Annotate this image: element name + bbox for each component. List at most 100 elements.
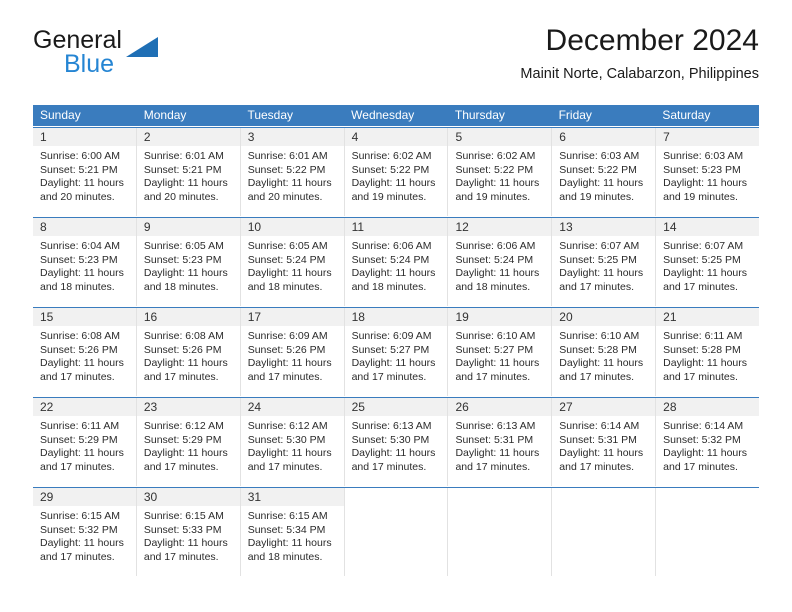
day-cell[interactable]: 7 Sunrise: 6:03 AM Sunset: 5:23 PM Dayli… [656,128,760,216]
daylight-text-line2: and 19 minutes. [351,190,427,203]
daylight-text-line2: and 17 minutes. [40,460,115,473]
day-number-strip: 15 [33,308,136,326]
day-cell-body: Sunrise: 6:09 AM Sunset: 5:26 PM Dayligh… [241,326,344,384]
sunrise-text: Sunrise: 6:07 AM [559,240,640,252]
weekday-header-saturday: Saturday [662,108,711,122]
day-number-strip: 20 [552,308,656,326]
daylight-text-line2: and 17 minutes. [455,460,531,473]
day-number-strip: 16 [136,308,240,326]
daylight-text-line2: and 17 minutes. [663,370,738,383]
day-cell-body: Sunrise: 6:07 AM Sunset: 5:25 PM Dayligh… [552,236,655,294]
day-number: 8 [40,220,47,234]
day-cell[interactable]: 30 Sunrise: 6:15 AM Sunset: 5:33 PM Dayl… [136,488,241,576]
day-cell[interactable]: 11 Sunrise: 6:06 AM Sunset: 5:24 PM Dayl… [344,218,449,306]
day-number: 25 [351,400,365,414]
day-number-strip: 17 [240,308,344,326]
day-number-strip: 18 [344,308,448,326]
daylight-text-line2: and 19 minutes. [455,190,531,203]
sunset-text: Sunset: 5:23 PM [143,253,222,266]
daylight-text-line1: Daylight: 11 hours [247,537,332,550]
day-number: 9 [143,220,151,234]
day-cell[interactable]: 8 Sunrise: 6:04 AM Sunset: 5:23 PM Dayli… [33,218,137,306]
daylight-text-line2: and 18 minutes. [40,280,115,293]
sunset-text: Sunset: 5:27 PM [351,343,430,356]
day-cell[interactable]: 4 Sunrise: 6:02 AM Sunset: 5:22 PM Dayli… [344,128,449,216]
day-cell[interactable]: 10 Sunrise: 6:05 AM Sunset: 5:24 PM Dayl… [240,218,345,306]
daylight-text-line1: Daylight: 11 hours [40,357,124,370]
day-cell[interactable]: 22 Sunrise: 6:11 AM Sunset: 5:29 PM Dayl… [33,398,137,486]
day-number: 4 [351,130,359,144]
day-cell[interactable]: 1 Sunrise: 6:00 AM Sunset: 5:21 PM Dayli… [33,128,137,216]
day-number-strip: 22 [33,398,136,416]
day-cell[interactable]: 13 Sunrise: 6:07 AM Sunset: 5:25 PM Dayl… [552,218,657,306]
daylight-text-line1: Daylight: 11 hours [663,267,748,280]
day-cell[interactable]: 2 Sunrise: 6:01 AM Sunset: 5:21 PM Dayli… [136,128,241,216]
daylight-text-line2: and 17 minutes. [351,370,427,383]
day-number: 31 [247,490,262,504]
sunset-text: Sunset: 5:34 PM [247,523,326,536]
day-cell[interactable]: 16 Sunrise: 6:08 AM Sunset: 5:26 PM Dayl… [136,308,241,396]
sunrise-text: Sunrise: 6:05 AM [143,240,224,252]
day-cell-body: Sunrise: 6:13 AM Sunset: 5:31 PM Dayligh… [448,416,551,474]
day-cell-body: Sunrise: 6:03 AM Sunset: 5:22 PM Dayligh… [552,146,655,204]
day-number: 7 [663,130,670,144]
sunset-text: Sunset: 5:22 PM [559,163,637,176]
day-number-strip: 10 [240,218,344,236]
day-cell[interactable]: 14 Sunrise: 6:07 AM Sunset: 5:25 PM Dayl… [656,218,760,306]
sunset-text: Sunset: 5:22 PM [455,163,534,176]
daylight-text-line1: Daylight: 11 hours [351,267,436,280]
day-cell-body: Sunrise: 6:14 AM Sunset: 5:32 PM Dayligh… [656,416,759,474]
day-cell-body: Sunrise: 6:05 AM Sunset: 5:23 PM Dayligh… [137,236,240,294]
day-number-strip: 2 [136,128,240,146]
day-cell-body: Sunrise: 6:10 AM Sunset: 5:28 PM Dayligh… [552,326,655,384]
day-number-strip [656,488,760,506]
day-cell[interactable]: 5 Sunrise: 6:02 AM Sunset: 5:22 PM Dayli… [448,128,553,216]
day-number-strip: 24 [240,398,344,416]
day-cell[interactable]: 18 Sunrise: 6:09 AM Sunset: 5:27 PM Dayl… [344,308,449,396]
day-cell[interactable]: 9 Sunrise: 6:05 AM Sunset: 5:23 PM Dayli… [136,218,241,306]
day-number-strip: 23 [136,398,240,416]
day-cell[interactable]: 6 Sunrise: 6:03 AM Sunset: 5:22 PM Dayli… [552,128,657,216]
day-cell[interactable]: 27 Sunrise: 6:14 AM Sunset: 5:31 PM Dayl… [552,398,657,486]
day-cell[interactable]: 24 Sunrise: 6:12 AM Sunset: 5:30 PM Dayl… [240,398,345,486]
page-header: General Blue December 2024 Mainit Norte,… [33,24,759,96]
day-cell[interactable]: 21 Sunrise: 6:11 AM Sunset: 5:28 PM Dayl… [656,308,760,396]
day-number: 1 [40,130,47,144]
daylight-text-line1: Daylight: 11 hours [351,357,436,370]
day-cell[interactable]: 17 Sunrise: 6:09 AM Sunset: 5:26 PM Dayl… [240,308,345,396]
day-cell[interactable]: 12 Sunrise: 6:06 AM Sunset: 5:24 PM Dayl… [448,218,553,306]
day-cell[interactable]: 28 Sunrise: 6:14 AM Sunset: 5:32 PM Dayl… [656,398,760,486]
daylight-text-line1: Daylight: 11 hours [559,177,644,190]
sunset-text: Sunset: 5:31 PM [559,433,637,446]
daylight-text-line2: and 20 minutes. [40,190,115,203]
day-cell-body: Sunrise: 6:08 AM Sunset: 5:26 PM Dayligh… [137,326,240,384]
day-number-strip: 4 [344,128,448,146]
day-cell[interactable]: 26 Sunrise: 6:13 AM Sunset: 5:31 PM Dayl… [448,398,553,486]
sunset-text: Sunset: 5:26 PM [143,343,222,356]
day-cell[interactable]: 25 Sunrise: 6:13 AM Sunset: 5:30 PM Dayl… [344,398,449,486]
daylight-text-line2: and 17 minutes. [351,460,427,473]
daylight-text-line2: and 17 minutes. [455,370,531,383]
day-number: 12 [455,220,469,234]
sunset-text: Sunset: 5:22 PM [247,163,326,176]
calendar-page: General Blue December 2024 Mainit Norte,… [0,0,792,612]
sunset-text: Sunset: 5:28 PM [663,343,741,356]
day-cell[interactable]: 31 Sunrise: 6:15 AM Sunset: 5:34 PM Dayl… [240,488,345,576]
day-cell[interactable]: 29 Sunrise: 6:15 AM Sunset: 5:32 PM Dayl… [33,488,137,576]
day-cell[interactable]: 19 Sunrise: 6:10 AM Sunset: 5:27 PM Dayl… [448,308,553,396]
day-number-strip: 8 [33,218,136,236]
day-cell[interactable]: 3 Sunrise: 6:01 AM Sunset: 5:22 PM Dayli… [240,128,345,216]
day-number-strip: 21 [656,308,760,326]
daylight-text-line1: Daylight: 11 hours [143,357,228,370]
daylight-text-line1: Daylight: 11 hours [559,447,644,460]
day-cell[interactable]: 15 Sunrise: 6:08 AM Sunset: 5:26 PM Dayl… [33,308,137,396]
day-number-strip: 11 [344,218,448,236]
sunrise-text: Sunrise: 6:06 AM [351,240,432,252]
generalblue-logo[interactable]: General Blue [33,28,263,86]
day-cell[interactable]: 20 Sunrise: 6:10 AM Sunset: 5:28 PM Dayl… [552,308,657,396]
daylight-text-line2: and 20 minutes. [247,190,323,203]
sunset-text: Sunset: 5:21 PM [143,163,222,176]
daylight-text-line2: and 18 minutes. [143,280,219,293]
sunset-text: Sunset: 5:23 PM [663,163,741,176]
day-cell[interactable]: 23 Sunrise: 6:12 AM Sunset: 5:29 PM Dayl… [136,398,241,486]
